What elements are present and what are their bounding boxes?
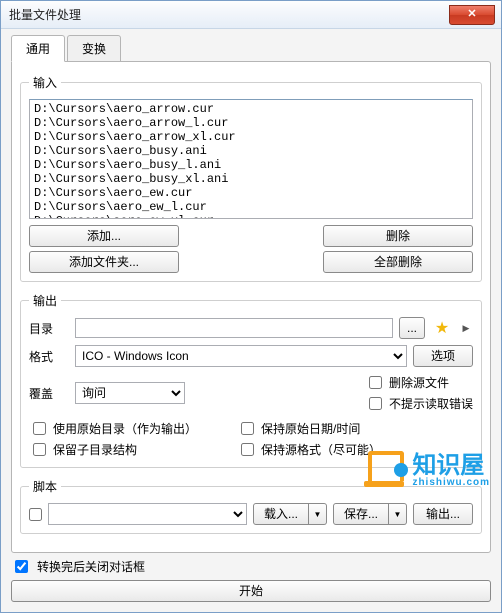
add-folder-button[interactable]: 添加文件夹...	[29, 251, 179, 273]
tab-convert[interactable]: 变换	[67, 35, 121, 62]
bottom-bar: 转换完后关闭对话框	[11, 553, 491, 580]
cb-use-source-dir[interactable]	[33, 422, 46, 435]
cb-keep-date[interactable]	[241, 422, 254, 435]
script-legend: 脚本	[29, 478, 61, 495]
cb-keep-subdir[interactable]	[33, 443, 46, 456]
format-label: 格式	[29, 348, 69, 365]
script-enable-checkbox[interactable]	[29, 508, 42, 521]
script-load-arrow[interactable]: ▼	[309, 503, 327, 525]
tab-panel-general: 输入 D:\Cursors\aero_arrow.cur D:\Cursors\…	[11, 61, 491, 553]
cb-delete-source[interactable]	[369, 376, 382, 389]
script-export-button[interactable]: 输出...	[413, 503, 473, 525]
close-after-checkbox[interactable]	[15, 560, 28, 573]
start-button[interactable]: 开始	[11, 580, 491, 602]
close-after-label: 转换完后关闭对话框	[37, 558, 145, 575]
favorite-menu-arrow[interactable]: ▶	[459, 317, 473, 339]
overwrite-label: 覆盖	[29, 385, 69, 402]
input-buttons: 添加... 添加文件夹... 删除 全部删除	[29, 225, 473, 273]
script-save-button[interactable]: 保存...	[333, 503, 389, 525]
delete-all-button[interactable]: 全部删除	[323, 251, 473, 273]
input-file-list[interactable]: D:\Cursors\aero_arrow.cur D:\Cursors\aer…	[29, 99, 473, 219]
title-bar: 批量文件处理 ✕	[1, 1, 501, 29]
cb-no-read-err[interactable]	[369, 397, 382, 410]
overwrite-select[interactable]: 询问	[75, 382, 185, 404]
script-save-arrow[interactable]: ▼	[389, 503, 407, 525]
script-select[interactable]	[48, 503, 247, 525]
add-button[interactable]: 添加...	[29, 225, 179, 247]
dir-input[interactable]	[75, 318, 393, 338]
close-button[interactable]: ✕	[449, 5, 495, 25]
window-title: 批量文件处理	[9, 6, 81, 23]
script-load-split[interactable]: 载入... ▼	[253, 503, 327, 525]
script-group: 脚本 载入... ▼ 保存... ▼ 输出...	[20, 478, 482, 534]
script-save-split[interactable]: 保存... ▼	[333, 503, 407, 525]
browse-dir-button[interactable]: ...	[399, 317, 425, 339]
dir-label: 目录	[29, 320, 69, 337]
dialog-content: 通用 变换 输入 D:\Cursors\aero_arrow.cur D:\Cu…	[1, 29, 501, 612]
output-group: 输出 目录 ... ★ ▶ 格式 ICO - Windows Icon 选项	[20, 292, 482, 468]
format-options-button[interactable]: 选项	[413, 345, 473, 367]
favorite-icon[interactable]: ★	[431, 317, 453, 339]
delete-button[interactable]: 删除	[323, 225, 473, 247]
tab-general[interactable]: 通用	[11, 35, 65, 62]
dialog-window: 批量文件处理 ✕ 通用 变换 输入 D:\Cursors\aero_arrow.…	[0, 0, 502, 613]
cb-keep-format[interactable]	[241, 443, 254, 456]
script-load-button[interactable]: 载入...	[253, 503, 309, 525]
output-legend: 输出	[29, 292, 61, 309]
format-select[interactable]: ICO - Windows Icon	[75, 345, 407, 367]
input-legend: 输入	[29, 74, 61, 91]
input-group: 输入 D:\Cursors\aero_arrow.cur D:\Cursors\…	[20, 74, 482, 282]
tab-strip: 通用 变换	[11, 35, 491, 62]
